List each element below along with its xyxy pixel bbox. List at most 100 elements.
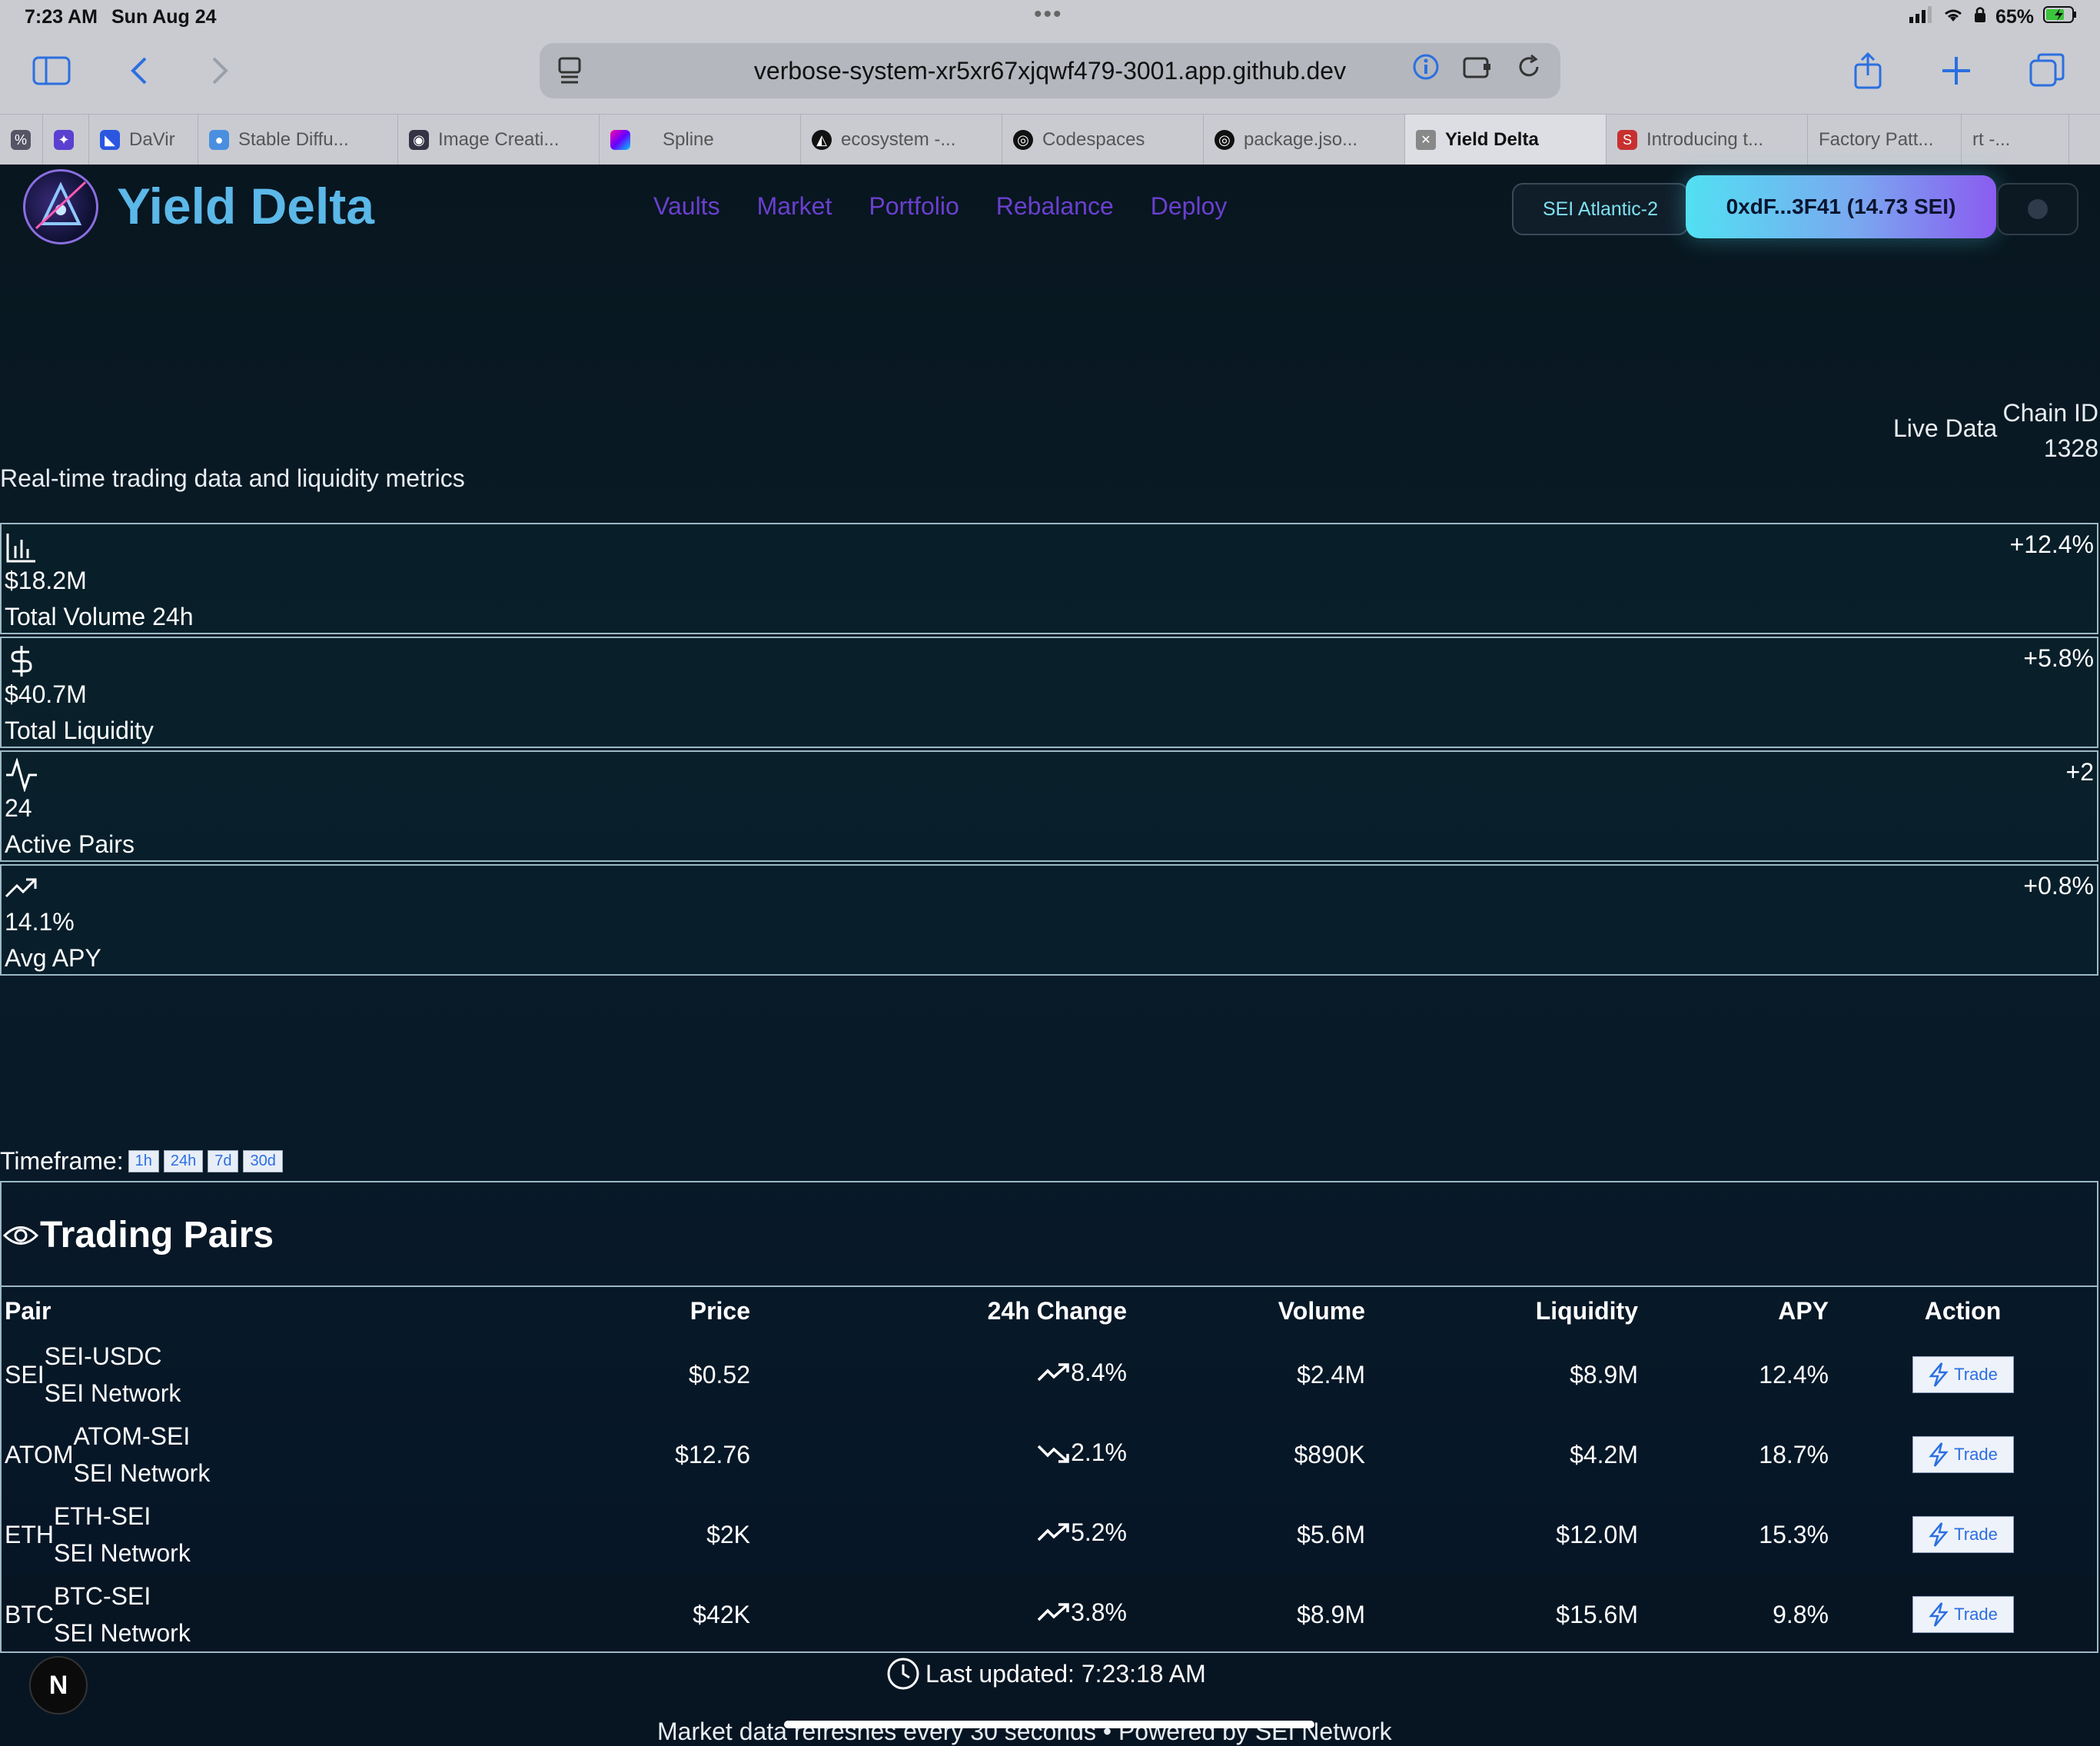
tab-11[interactable]: Factory Patt...: [1808, 115, 1962, 165]
metric-value: $18.2M: [5, 567, 87, 594]
pair-cell: ATOM ATOM-SEI SEI Network: [5, 1415, 589, 1495]
logo-icon[interactable]: [23, 169, 98, 244]
bar-chart-icon: [6, 534, 35, 563]
metric-label: Avg APY: [5, 944, 101, 972]
pair-liquidity: $15.6M: [1556, 1600, 1638, 1628]
nav-vaults[interactable]: Vaults: [653, 192, 720, 221]
reload-icon[interactable]: [1516, 54, 1542, 87]
tab-4[interactable]: ◉ Image Creati...: [398, 115, 600, 165]
timeframe-selector: Timeframe: 1h 24h 7d 30d: [0, 1147, 283, 1176]
forward-icon[interactable]: [209, 51, 232, 91]
nav-portfolio[interactable]: Portfolio: [869, 192, 959, 221]
tab-2[interactable]: ◣ DaVir: [89, 115, 198, 165]
tab-8[interactable]: ◎ package.jso...: [1204, 115, 1405, 165]
trade-button[interactable]: Trade: [1912, 1515, 2014, 1553]
pair-name: SEI-USDC: [44, 1342, 162, 1370]
battery-percent: 65%: [1995, 6, 2034, 28]
nav-rebalance[interactable]: Rebalance: [996, 192, 1114, 221]
trading-pairs-header: Trading Pairs: [2, 1182, 2097, 1287]
activity-icon: [6, 758, 37, 792]
theme-toggle-button[interactable]: [1997, 183, 2078, 235]
address-bar[interactable]: verbose-system-xr5xr67xjqwf479-3001.app.…: [540, 43, 1560, 98]
timeframe-1h[interactable]: 1h: [128, 1150, 159, 1172]
pair-change-cell: 8.4%: [750, 1335, 1127, 1415]
col-change[interactable]: 24h Change: [750, 1287, 1127, 1335]
col-pair[interactable]: Pair: [5, 1287, 589, 1335]
trade-button[interactable]: Trade: [1912, 1435, 2014, 1473]
trending-up-icon: [1037, 1523, 1069, 1541]
sei-icon: S: [1617, 130, 1637, 150]
timeframe-label: Timeframe:: [0, 1147, 124, 1175]
tab-label: DaVir: [129, 129, 175, 150]
pair-volume: $890K: [1294, 1440, 1365, 1468]
page-menu-icon[interactable]: [557, 57, 583, 91]
pair-network: SEI Network: [73, 1459, 211, 1487]
ecosystem-icon: ◭: [812, 130, 832, 150]
tab-9[interactable]: ✕ Yield Delta: [1405, 115, 1607, 165]
col-volume[interactable]: Volume: [1127, 1287, 1365, 1335]
trade-button[interactable]: Trade: [1912, 1355, 2014, 1393]
nav-market[interactable]: Market: [757, 192, 832, 221]
info-icon[interactable]: [1413, 54, 1439, 87]
tab-1[interactable]: ✦: [43, 115, 89, 165]
metric-value: $40.7M: [5, 680, 87, 708]
image-creator-icon: ◉: [409, 130, 429, 150]
metric-change: +12.4%: [2009, 530, 2094, 558]
stable-diffusion-icon: ●: [209, 130, 229, 150]
chain-id: Chain ID 1328: [2003, 395, 2099, 466]
pair-network: SEI Network: [54, 1619, 191, 1647]
tab-3[interactable]: ● Stable Diffu...: [198, 115, 398, 165]
last-updated-text: Last updated: 7:23:18 AM: [925, 1659, 1206, 1688]
trade-button[interactable]: Trade: [1912, 1595, 2014, 1633]
pair-volume: $5.6M: [1297, 1520, 1365, 1548]
tab-12[interactable]: rt -...: [1962, 115, 2069, 165]
close-icon[interactable]: ✕: [1416, 130, 1436, 150]
extension-icon[interactable]: [1462, 54, 1493, 87]
metric-label: Total Volume 24h: [5, 603, 194, 630]
status-bar: 7:23 AM Sun Aug 24 ••• 65%: [0, 0, 2100, 37]
action-cell: Trade: [1829, 1415, 2097, 1495]
nextjs-badge[interactable]: N: [29, 1656, 88, 1714]
wallet-button[interactable]: 0xdF...3F41 (14.73 SEI): [1686, 175, 1996, 238]
timeframe-30d[interactable]: 30d: [243, 1150, 283, 1172]
pair-liquidity: $12.0M: [1556, 1520, 1638, 1548]
page-subtitle: Real-time trading data and liquidity met…: [0, 464, 465, 492]
tab-6[interactable]: ◭ ecosystem -...: [801, 115, 1002, 165]
table-row: ATOM ATOM-SEI SEI Network $12.76 2.1% $890K $4…: [5, 1415, 2097, 1495]
trade-label: Trade: [1954, 1364, 1998, 1384]
multitask-dots-icon[interactable]: •••: [1034, 2, 1063, 28]
tab-7[interactable]: ◎ Codespaces: [1002, 115, 1204, 165]
col-apy[interactable]: APY: [1638, 1287, 1829, 1335]
timeframe-24h[interactable]: 24h: [163, 1150, 204, 1172]
tab-overview-icon[interactable]: [2029, 51, 2065, 91]
nav-deploy[interactable]: Deploy: [1151, 192, 1228, 221]
trade-label: Trade: [1954, 1604, 1998, 1624]
pair-change: 5.2%: [1071, 1518, 1127, 1547]
trading-pairs-title: Trading Pairs: [40, 1215, 274, 1255]
pair-name: ATOM-SEI: [73, 1422, 191, 1450]
tab-label: Factory Patt...: [1819, 129, 1934, 150]
home-indicator[interactable]: [784, 1721, 1314, 1728]
col-liquidity[interactable]: Liquidity: [1365, 1287, 1638, 1335]
network-button[interactable]: SEI Atlantic-2: [1512, 183, 1689, 235]
tab-5[interactable]: Spline: [600, 115, 801, 165]
tab-10[interactable]: S Introducing t...: [1607, 115, 1808, 165]
lightning-icon: [1929, 1362, 1949, 1387]
new-tab-icon[interactable]: [1941, 51, 1972, 91]
live-data-label: Live Data: [1893, 414, 1998, 442]
back-icon[interactable]: [127, 51, 150, 91]
pair-symbol: SEI: [5, 1360, 45, 1388]
tab-0[interactable]: %: [0, 115, 43, 165]
timeframe-7d[interactable]: 7d: [208, 1150, 239, 1172]
table-header-row: Pair Price 24h Change Volume Liquidity A…: [5, 1287, 2097, 1335]
trending-down-icon: [1037, 1445, 1069, 1463]
chain-id-label: Chain ID: [2002, 399, 2099, 427]
col-price[interactable]: Price: [589, 1287, 750, 1335]
sidebar-toggle-icon[interactable]: [32, 51, 71, 91]
pair-liquidity: $4.2M: [1570, 1440, 1638, 1468]
brand-name[interactable]: Yield Delta: [117, 177, 374, 235]
tab-label: Yield Delta: [1445, 129, 1539, 150]
pair-symbol: ETH: [5, 1520, 54, 1548]
url-text[interactable]: verbose-system-xr5xr67xjqwf479-3001.app.…: [754, 57, 1346, 85]
share-icon[interactable]: [1852, 51, 1883, 91]
